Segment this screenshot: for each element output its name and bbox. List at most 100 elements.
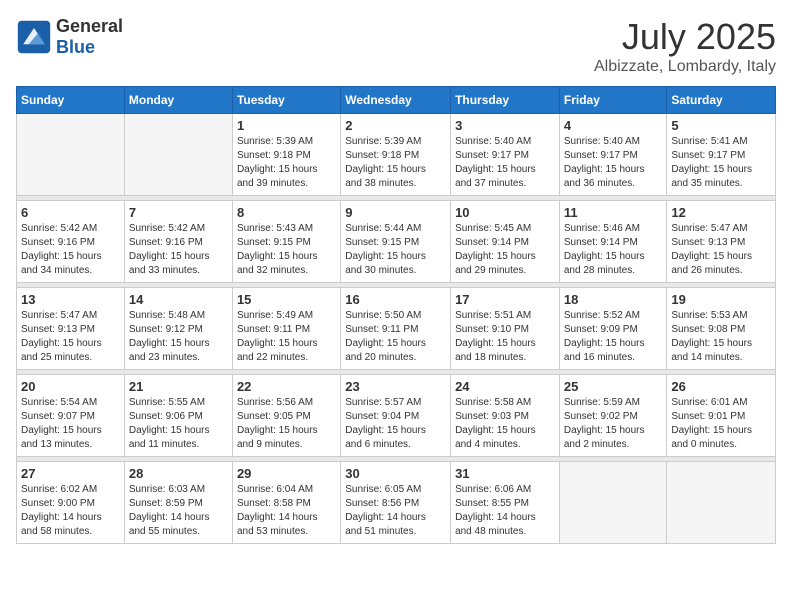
calendar-cell: 6Sunrise: 5:42 AM Sunset: 9:16 PM Daylig…: [17, 201, 125, 283]
day-info: Sunrise: 5:45 AM Sunset: 9:14 PM Dayligh…: [455, 222, 555, 278]
day-number: 9: [345, 205, 446, 220]
logo-blue-text: Blue: [56, 37, 123, 58]
day-number: 5: [671, 118, 771, 133]
day-number: 2: [345, 118, 446, 133]
calendar-table: SundayMondayTuesdayWednesdayThursdayFrid…: [16, 86, 776, 544]
location: Albizzate, Lombardy, Italy: [594, 58, 776, 76]
calendar-cell: 25 Sunrise: 5:59 AM Sunset: 9:02 PM Dayli…: [559, 375, 667, 457]
day-number: 17: [455, 292, 555, 307]
day-info: Sunrise: 5:58 AM Sunset: 9:03 PM Dayligh…: [455, 396, 555, 452]
weekday-header-wednesday: Wednesday: [341, 87, 451, 114]
day-info: Sunrise: 5:47 AM Sunset: 9:13 PM Dayligh…: [671, 222, 771, 278]
day-number: 15: [237, 292, 336, 307]
day-number: 4: [564, 118, 663, 133]
day-info: Sunrise: 5:43 AM Sunset: 9:15 PM Dayligh…: [237, 222, 336, 278]
weekday-header-monday: Monday: [124, 87, 232, 114]
day-number: 29: [237, 466, 336, 481]
calendar-cell: 19Sunrise: 5:53 AM Sunset: 9:08 PM Dayli…: [667, 288, 776, 370]
day-number: 3: [455, 118, 555, 133]
day-number: 11: [564, 205, 663, 220]
day-info: Sunrise: 5:57 AM Sunset: 9:04 PM Dayligh…: [345, 396, 446, 452]
calendar-cell: 21Sunrise: 5:55 AM Sunset: 9:06 PM Dayli…: [124, 375, 232, 457]
day-info: Sunrise: 6:05 AM Sunset: 8:56 PM Dayligh…: [345, 483, 446, 539]
calendar-week-4: 20Sunrise: 5:54 AM Sunset: 9:07 PM Dayli…: [17, 375, 776, 457]
day-info: Sunrise: 5:40 AM Sunset: 9:17 PM Dayligh…: [564, 135, 663, 191]
day-info: Sunrise: 5:50 AM Sunset: 9:11 PM Dayligh…: [345, 309, 446, 365]
calendar-cell: 3 Sunrise: 5:40 AM Sunset: 9:17 PM Daylig…: [451, 114, 560, 196]
day-number: 24: [455, 379, 555, 394]
day-number: 16: [345, 292, 446, 307]
weekday-header-tuesday: Tuesday: [232, 87, 340, 114]
calendar-cell: 17 Sunrise: 5:51 AM Sunset: 9:10 PM Dayli…: [451, 288, 560, 370]
day-info: Sunrise: 5:47 AM Sunset: 9:13 PM Dayligh…: [21, 309, 120, 365]
logo: General Blue: [16, 16, 123, 58]
calendar-cell: 13 Sunrise: 5:47 AM Sunset: 9:13 PM Dayli…: [17, 288, 125, 370]
logo-icon: [16, 19, 52, 55]
calendar-week-1: 1 Sunrise: 5:39 AM Sunset: 9:18 PM Daylig…: [17, 114, 776, 196]
title-block: July 2025 Albizzate, Lombardy, Italy: [594, 16, 776, 76]
calendar-week-5: 27 Sunrise: 6:02 AM Sunset: 9:00 PM Dayli…: [17, 462, 776, 544]
day-number: 1: [237, 118, 336, 133]
day-number: 22: [237, 379, 336, 394]
day-number: 21: [129, 379, 228, 394]
logo-general-text: General: [56, 16, 123, 37]
day-info: Sunrise: 5:52 AM Sunset: 9:09 PM Dayligh…: [564, 309, 663, 365]
calendar-week-3: 13 Sunrise: 5:47 AM Sunset: 9:13 PM Dayli…: [17, 288, 776, 370]
day-info: Sunrise: 5:49 AM Sunset: 9:11 PM Dayligh…: [237, 309, 336, 365]
calendar-cell: 2 Sunrise: 5:39 AM Sunset: 9:18 PM Daylig…: [341, 114, 451, 196]
calendar-cell: 4 Sunrise: 5:40 AM Sunset: 9:17 PM Daylig…: [559, 114, 667, 196]
day-number: 6: [21, 205, 120, 220]
day-number: 14: [129, 292, 228, 307]
day-info: Sunrise: 6:04 AM Sunset: 8:58 PM Dayligh…: [237, 483, 336, 539]
calendar-cell: [124, 114, 232, 196]
day-info: Sunrise: 5:51 AM Sunset: 9:10 PM Dayligh…: [455, 309, 555, 365]
day-number: 12: [671, 205, 771, 220]
day-number: 7: [129, 205, 228, 220]
calendar-cell: [667, 462, 776, 544]
calendar-cell: 11 Sunrise: 5:46 AM Sunset: 9:14 PM Dayli…: [559, 201, 667, 283]
calendar-cell: 10 Sunrise: 5:45 AM Sunset: 9:14 PM Dayli…: [451, 201, 560, 283]
calendar-cell: 29 Sunrise: 6:04 AM Sunset: 8:58 PM Dayli…: [232, 462, 340, 544]
day-number: 26: [671, 379, 771, 394]
calendar-cell: 15 Sunrise: 5:49 AM Sunset: 9:11 PM Dayli…: [232, 288, 340, 370]
day-number: 18: [564, 292, 663, 307]
page-header: General Blue July 2025 Albizzate, Lombar…: [16, 16, 776, 76]
day-info: Sunrise: 5:54 AM Sunset: 9:07 PM Dayligh…: [21, 396, 120, 452]
day-number: 10: [455, 205, 555, 220]
day-info: Sunrise: 6:03 AM Sunset: 8:59 PM Dayligh…: [129, 483, 228, 539]
calendar-cell: 18 Sunrise: 5:52 AM Sunset: 9:09 PM Dayli…: [559, 288, 667, 370]
calendar-cell: 7Sunrise: 5:42 AM Sunset: 9:16 PM Daylig…: [124, 201, 232, 283]
calendar-cell: 12 Sunrise: 5:47 AM Sunset: 9:13 PM Dayli…: [667, 201, 776, 283]
calendar-cell: 20Sunrise: 5:54 AM Sunset: 9:07 PM Dayli…: [17, 375, 125, 457]
day-number: 31: [455, 466, 555, 481]
day-number: 25: [564, 379, 663, 394]
day-info: Sunrise: 5:39 AM Sunset: 9:18 PM Dayligh…: [345, 135, 446, 191]
weekday-header-sunday: Sunday: [17, 87, 125, 114]
day-info: Sunrise: 5:56 AM Sunset: 9:05 PM Dayligh…: [237, 396, 336, 452]
day-info: Sunrise: 6:02 AM Sunset: 9:00 PM Dayligh…: [21, 483, 120, 539]
day-info: Sunrise: 5:59 AM Sunset: 9:02 PM Dayligh…: [564, 396, 663, 452]
day-number: 13: [21, 292, 120, 307]
weekday-header-thursday: Thursday: [451, 87, 560, 114]
calendar-cell: 22 Sunrise: 5:56 AM Sunset: 9:05 PM Dayli…: [232, 375, 340, 457]
calendar-week-2: 6Sunrise: 5:42 AM Sunset: 9:16 PM Daylig…: [17, 201, 776, 283]
calendar-cell: 26 Sunrise: 6:01 AM Sunset: 9:01 PM Dayli…: [667, 375, 776, 457]
day-info: Sunrise: 5:41 AM Sunset: 9:17 PM Dayligh…: [671, 135, 771, 191]
day-info: Sunrise: 6:01 AM Sunset: 9:01 PM Dayligh…: [671, 396, 771, 452]
day-number: 8: [237, 205, 336, 220]
calendar-cell: 9 Sunrise: 5:44 AM Sunset: 9:15 PM Daylig…: [341, 201, 451, 283]
day-info: Sunrise: 5:48 AM Sunset: 9:12 PM Dayligh…: [129, 309, 228, 365]
calendar-cell: 27 Sunrise: 6:02 AM Sunset: 9:00 PM Dayli…: [17, 462, 125, 544]
day-info: Sunrise: 5:46 AM Sunset: 9:14 PM Dayligh…: [564, 222, 663, 278]
day-info: Sunrise: 5:44 AM Sunset: 9:15 PM Dayligh…: [345, 222, 446, 278]
day-number: 27: [21, 466, 120, 481]
logo-text: General Blue: [56, 16, 123, 58]
day-number: 30: [345, 466, 446, 481]
calendar-cell: 23Sunrise: 5:57 AM Sunset: 9:04 PM Dayli…: [341, 375, 451, 457]
weekday-header-row: SundayMondayTuesdayWednesdayThursdayFrid…: [17, 87, 776, 114]
calendar-cell: [559, 462, 667, 544]
calendar-cell: 5 Sunrise: 5:41 AM Sunset: 9:17 PM Daylig…: [667, 114, 776, 196]
month-title: July 2025: [594, 16, 776, 58]
calendar-cell: 1Sunrise: 5:39 AM Sunset: 9:18 PM Daylig…: [232, 114, 340, 196]
day-info: Sunrise: 5:40 AM Sunset: 9:17 PM Dayligh…: [455, 135, 555, 191]
